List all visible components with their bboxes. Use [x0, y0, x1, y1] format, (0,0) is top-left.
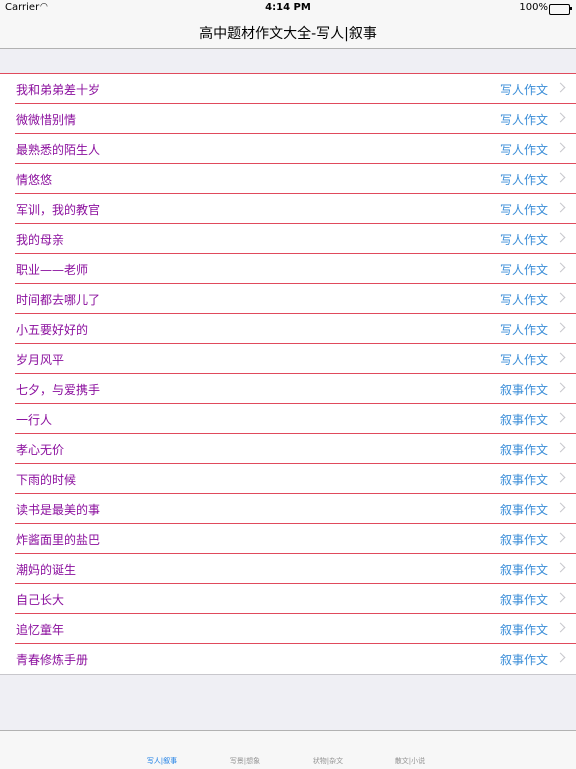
essay-category: 写人作文 [499, 143, 548, 157]
list-item[interactable]: 微微惜别情 写人作文 [15, 104, 576, 134]
list-item[interactable]: 最熟悉的陌生人 写人作文 [15, 134, 576, 164]
essay-title: 下雨的时候 [16, 473, 77, 487]
list-item[interactable]: 读书是最美的事 叙事作文 [15, 494, 576, 524]
essay-category: 写人作文 [499, 353, 548, 367]
essay-category: 叙事作文 [499, 533, 548, 547]
essay-category: 写人作文 [499, 203, 548, 217]
list-item[interactable]: 炸酱面里的盐巴 叙事作文 [15, 524, 576, 554]
essay-category: 写人作文 [499, 323, 548, 337]
essay-category: 叙事作文 [499, 443, 548, 457]
list-item[interactable]: 小五要好好的 写人作文 [15, 314, 576, 344]
chevron-right-icon [555, 352, 566, 363]
essay-category: 写人作文 [499, 113, 548, 127]
essay-category: 叙事作文 [499, 623, 548, 637]
chevron-right-icon [555, 442, 566, 453]
essay-title: 孝心无价 [16, 443, 65, 457]
chevron-right-icon [555, 592, 566, 603]
chevron-right-icon [555, 412, 566, 423]
tab-item[interactable]: 散文|小说 [380, 756, 440, 766]
list-item[interactable]: 潮妈的诞生 叙事作文 [15, 554, 576, 584]
battery-percent: 100% [519, 2, 548, 13]
essay-category: 写人作文 [499, 263, 548, 277]
chevron-right-icon [555, 532, 566, 543]
list-item[interactable]: 七夕，与爱携手 叙事作文 [15, 374, 576, 404]
essay-title: 微微惜别情 [16, 113, 77, 127]
essay-title: 读书是最美的事 [16, 503, 101, 517]
essay-title: 我的母亲 [16, 233, 65, 247]
chevron-right-icon [555, 502, 566, 513]
essay-title: 职业——老师 [16, 263, 89, 277]
essay-title: 炸酱面里的盐巴 [16, 533, 101, 547]
chevron-right-icon [555, 292, 566, 303]
essay-title: 青春修炼手册 [16, 653, 89, 667]
page-title: 高中题材作文大全-写人|叙事 [199, 26, 377, 42]
chevron-right-icon [555, 622, 566, 633]
essay-list: 我和弟弟差十岁 写人作文 微微惜别情 写人作文 最熟悉的陌生人 写人作文 情悠悠 写人作文 军训… [0, 73, 576, 675]
essay-category: 叙事作文 [499, 563, 548, 577]
navigation-bar: 高中题材作文大全-写人|叙事 [0, 16, 576, 49]
essay-category: 写人作文 [499, 293, 548, 307]
essay-title: 情悠悠 [16, 173, 53, 187]
essay-title: 军训，我的教官 [16, 203, 101, 217]
essay-title: 时间都去哪儿了 [16, 293, 101, 307]
chevron-right-icon [555, 82, 566, 93]
essay-category: 叙事作文 [499, 383, 548, 397]
essay-category: 写人作文 [499, 83, 548, 97]
list-item[interactable]: 我和弟弟差十岁 写人作文 [15, 74, 576, 104]
essay-category: 叙事作文 [499, 473, 548, 487]
list-item[interactable]: 追忆童年 叙事作文 [15, 614, 576, 644]
tab-bar: 写人|叙事 写景|想象 状物|杂文 散文|小说 [0, 730, 576, 769]
chevron-right-icon [555, 172, 566, 183]
essay-title: 小五要好好的 [16, 323, 89, 337]
list-item[interactable]: 自己长大 叙事作文 [15, 584, 576, 614]
essay-category: 叙事作文 [499, 413, 548, 427]
essay-title: 追忆童年 [16, 623, 65, 637]
list-item[interactable]: 一行人 叙事作文 [15, 404, 576, 434]
chevron-right-icon [555, 202, 566, 213]
chevron-right-icon [555, 232, 566, 243]
essay-title: 一行人 [16, 413, 53, 427]
tab-item[interactable]: 写人|叙事 [132, 756, 192, 766]
status-bar: Carrier ◠ 4:14 PM 100% [0, 0, 576, 16]
list-item[interactable]: 军训，我的教官 写人作文 [15, 194, 576, 224]
list-item[interactable]: 下雨的时候 叙事作文 [15, 464, 576, 494]
chevron-right-icon [555, 322, 566, 333]
essay-title: 我和弟弟差十岁 [16, 83, 101, 97]
essay-title: 岁月风平 [16, 353, 65, 367]
list-item[interactable]: 岁月风平 写人作文 [15, 344, 576, 374]
list-item[interactable]: 情悠悠 写人作文 [15, 164, 576, 194]
list-item[interactable]: 职业——老师 写人作文 [15, 254, 576, 284]
chevron-right-icon [555, 562, 566, 573]
chevron-right-icon [555, 262, 566, 273]
chevron-right-icon [555, 112, 566, 123]
chevron-right-icon [555, 472, 566, 483]
essay-title: 七夕，与爱携手 [16, 383, 101, 397]
list-item[interactable]: 时间都去哪儿了 写人作文 [15, 284, 576, 314]
essay-title: 自己长大 [16, 593, 65, 607]
tab-item[interactable]: 写景|想象 [215, 756, 275, 766]
essay-title: 最熟悉的陌生人 [16, 143, 101, 157]
list-item[interactable]: 孝心无价 叙事作文 [15, 434, 576, 464]
essay-category: 写人作文 [499, 233, 548, 247]
essay-category: 叙事作文 [499, 653, 548, 667]
chevron-right-icon [555, 382, 566, 393]
essay-category: 写人作文 [499, 173, 548, 187]
tab-item[interactable]: 状物|杂文 [298, 756, 358, 766]
essay-title: 潮妈的诞生 [16, 563, 77, 577]
battery-icon [549, 4, 572, 15]
list-item[interactable]: 青春修炼手册 叙事作文 [15, 644, 576, 673]
essay-category: 叙事作文 [499, 503, 548, 517]
essay-category: 叙事作文 [499, 593, 548, 607]
status-time: 4:14 PM [265, 2, 311, 13]
chevron-right-icon [555, 142, 566, 153]
chevron-right-icon [555, 652, 566, 663]
list-item[interactable]: 我的母亲 写人作文 [15, 224, 576, 254]
